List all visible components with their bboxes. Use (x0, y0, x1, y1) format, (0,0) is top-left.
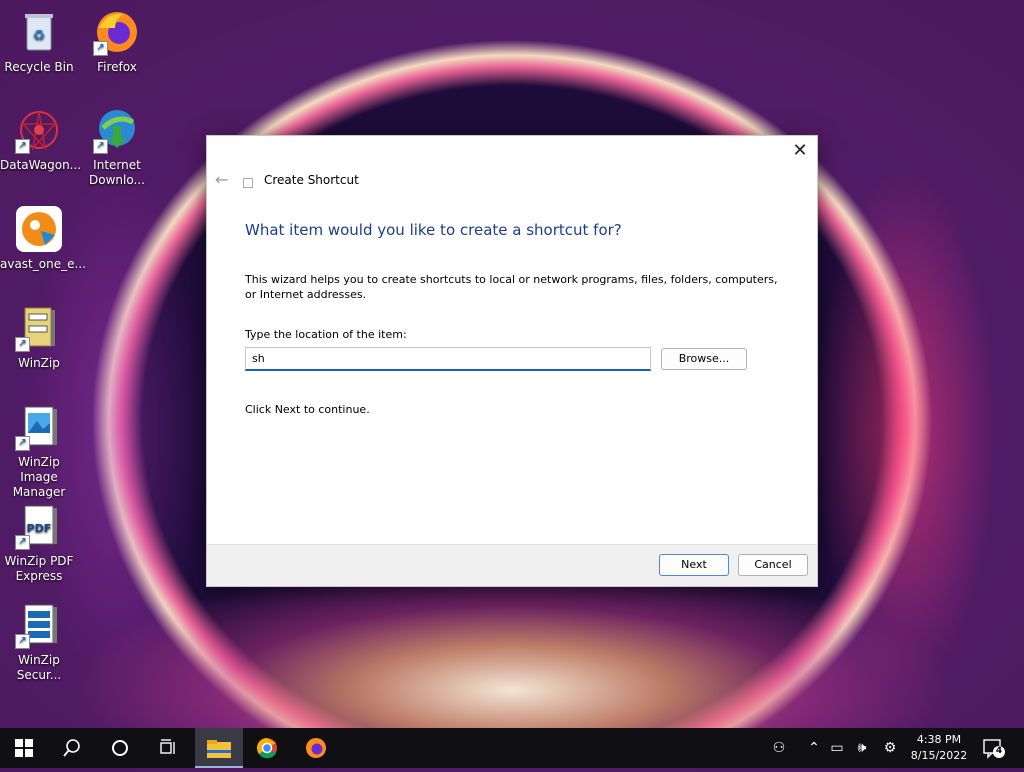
desktop-icon-avast[interactable]: avast_one_e... (0, 205, 86, 272)
internet-download-manager-icon: ↗ (93, 106, 141, 154)
continue-hint: Click Next to continue. (245, 403, 370, 416)
people-icon[interactable]: ⚇ (766, 728, 792, 768)
desktop-icon-datawagon[interactable]: ↗ DataWagon... (0, 106, 82, 173)
dialog-heading: What item would you like to create a sho… (245, 221, 622, 239)
dialog-footer: Next Cancel (207, 544, 817, 586)
close-icon[interactable]: ✕ (789, 140, 811, 162)
location-label: Type the location of the item: (245, 328, 407, 341)
desktop-icon-label: WinZip Image Manager (12, 455, 66, 499)
start-button[interactable] (0, 728, 48, 768)
desktop-icon-firefox[interactable]: ↗ Firefox (78, 8, 156, 75)
desktop-icon-winzip[interactable]: ↗ WinZip (0, 304, 78, 371)
winzip-image-manager-icon: ↗ (15, 403, 63, 451)
avast-icon (15, 205, 63, 253)
notification-count: 4 (995, 746, 1003, 756)
firefox-taskbar-button[interactable] (292, 728, 340, 768)
winzip-secure-icon: ↗ (15, 601, 63, 649)
shortcut-arrow-icon: ↗ (93, 41, 108, 56)
svg-text:PDF: PDF (27, 522, 52, 535)
desktop-icon-label: WinZip PDF Express (4, 554, 74, 583)
shortcut-arrow-icon: ↗ (93, 139, 108, 154)
clock-date: 8/15/2022 (910, 749, 968, 762)
task-view-button[interactable] (144, 728, 192, 768)
taskbar: ⚇ ⌃ ▭ 🕪 ⚙ 4:38 PM 8/15/2022 4 (0, 728, 1024, 768)
shortcut-icon (243, 178, 253, 188)
desktop-icon-winzip-image-manager[interactable]: ↗ WinZip Image Manager (0, 403, 78, 500)
network-icon[interactable]: ▭ (826, 728, 848, 768)
desktop-icon-winzip-secure[interactable]: ↗ WinZip Secur... (0, 601, 78, 683)
file-explorer-icon (207, 740, 231, 758)
desktop-icon-label: Internet Downlo... (89, 158, 145, 187)
dialog-title: Create Shortcut (264, 173, 359, 187)
browse-button[interactable]: Browse... (661, 348, 747, 370)
desktop-icon-label: avast_one_e... (0, 257, 86, 271)
winzip-icon: ↗ (15, 304, 63, 352)
desktop-icon-internet-download-manager[interactable]: ↗ Internet Downlo... (78, 106, 156, 188)
desktop-icon-label: DataWagon... (0, 158, 82, 172)
cortana-button[interactable] (96, 728, 144, 768)
location-input[interactable]: sh (245, 347, 651, 371)
next-button[interactable]: Next (659, 554, 729, 576)
desktop-icon-recycle-bin[interactable]: ♻ Recycle Bin (0, 8, 78, 75)
clock-time: 4:38 PM (916, 733, 962, 746)
taskbar-clock[interactable]: 4:38 PM 8/15/2022 (900, 732, 978, 764)
desktop-icon-label: Recycle Bin (4, 60, 74, 74)
firefox-icon: ↗ (93, 8, 141, 56)
cortana-icon (112, 740, 128, 756)
task-view-icon (160, 739, 175, 754)
recycle-bin-icon: ♻ (15, 8, 63, 56)
shortcut-arrow-icon: ↗ (15, 436, 30, 451)
volume-icon[interactable]: 🕪 (850, 728, 874, 768)
chrome-icon (257, 738, 277, 759)
desktop-icon-winzip-pdf-express[interactable]: PDF ↗ WinZip PDF Express (0, 502, 78, 584)
search-button[interactable] (48, 728, 96, 768)
desktop-icon-label: WinZip (18, 356, 60, 370)
firefox-icon (306, 738, 326, 758)
desktop-icon-label: WinZip Secur... (16, 653, 62, 682)
desktop-icon-label: Firefox (97, 60, 137, 74)
winzip-pdf-icon: PDF ↗ (15, 502, 63, 550)
create-shortcut-dialog: ✕ ← Create Shortcut What item would you … (206, 135, 818, 587)
datawagon-icon: ↗ (15, 106, 63, 154)
chevron-up-icon[interactable]: ⌃ (804, 728, 824, 768)
search-icon (63, 739, 80, 757)
dialog-description: This wizard helps you to create shortcut… (245, 273, 778, 301)
svg-text:♻: ♻ (33, 28, 46, 44)
file-explorer-button[interactable] (195, 728, 243, 768)
settings-gear-icon[interactable]: ⚙ (878, 728, 902, 768)
notification-center-button[interactable]: 4 (980, 728, 1008, 768)
shortcut-arrow-icon: ↗ (15, 634, 30, 649)
shortcut-arrow-icon: ↗ (15, 139, 30, 154)
shortcut-arrow-icon: ↗ (15, 535, 30, 550)
shortcut-arrow-icon: ↗ (15, 337, 30, 352)
chrome-button[interactable] (243, 728, 291, 768)
windows-icon (15, 739, 33, 757)
back-arrow-icon[interactable]: ← (215, 170, 228, 189)
cancel-button[interactable]: Cancel (738, 554, 808, 576)
